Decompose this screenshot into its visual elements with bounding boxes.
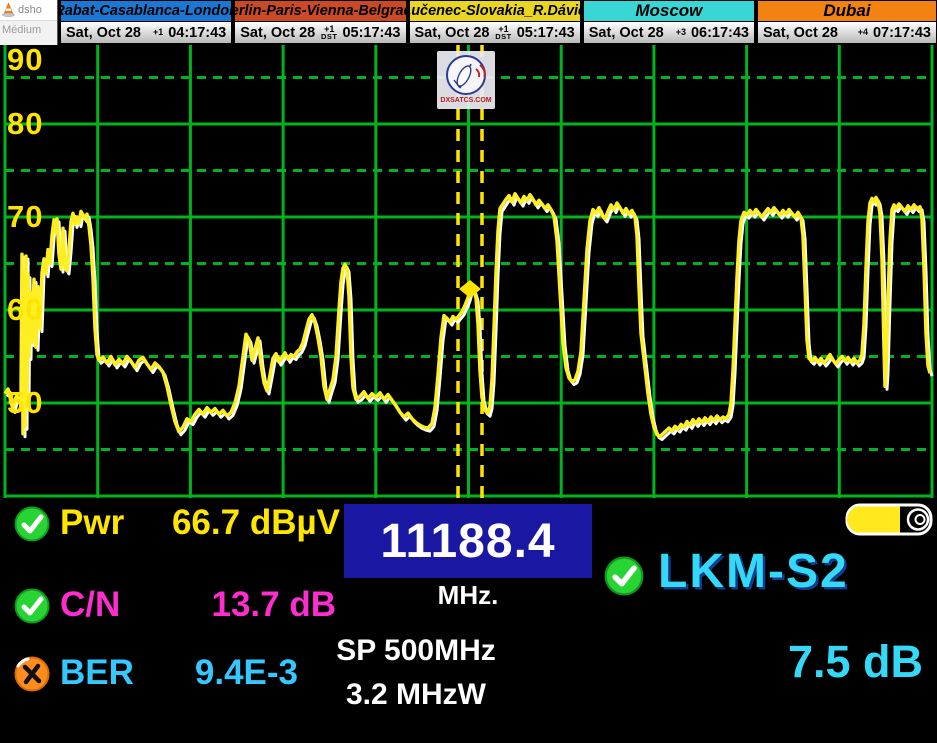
analyzer-screen: dsho Médium Rabat-Casablanca-London Sat,… — [0, 0, 937, 743]
clock-time-row: Sat, Oct 28 +1 DST 05:17:43 — [234, 22, 406, 44]
standard-badge: LKM-S2 — [658, 544, 849, 599]
vlc-menu-item-media[interactable]: Médium — [0, 21, 57, 36]
clock-city-label: Berlin-Paris-Vienna-Belgrade — [234, 0, 406, 22]
clock-date: Sat, Oct 28 — [66, 25, 141, 41]
clock-date: Sat, Oct 28 — [240, 25, 315, 41]
clock-time-row: Sat, Oct 28 +1 DST 05:17:43 — [409, 22, 581, 44]
clock-city-label: Lučenec-Slovakia_R.Dávid — [409, 0, 581, 22]
clock-time: 07:17:43 — [873, 25, 931, 41]
ber-value: 9.4E-3 — [140, 654, 298, 692]
vlc-window-corner: dsho Médium — [0, 0, 58, 45]
window-title-fragment: dsho — [18, 4, 42, 16]
pwr-ok-icon — [14, 506, 50, 542]
clock-city-label: Moscow — [583, 0, 755, 22]
y-axis-tick-60: 60 — [7, 295, 43, 325]
clock-utc-offset: +1 — [153, 29, 163, 36]
clock-panel-berlin: Berlin-Paris-Vienna-Belgrade Sat, Oct 28… — [234, 0, 406, 45]
clock-time-row: Sat, Oct 28 +3 06:17:43 — [583, 22, 755, 44]
clock-panel-lucenec: Lučenec-Slovakia_R.Dávid Sat, Oct 28 +1 … — [409, 0, 581, 45]
clock-utc-offset: +1 DST — [321, 26, 338, 40]
dxsatcs-logo: DXSATCS.COM — [437, 51, 495, 109]
clock-utc-offset: +3 — [676, 29, 686, 36]
spectrum-display: 90 80 70 60 50 DXSATCS.COM — [0, 45, 937, 500]
clock-time-row: Sat, Oct 28 +4 07:17:43 — [757, 22, 937, 44]
battery-icon — [845, 503, 933, 536]
frequency-value: 11188.4 — [380, 514, 555, 569]
clock-panel-moscow: Moscow Sat, Oct 28 +3 06:17:43 — [583, 0, 755, 45]
vlc-titlebar: dsho — [0, 0, 57, 21]
clock-time: 05:17:43 — [342, 25, 400, 41]
y-axis-tick-70: 70 — [7, 202, 43, 232]
clock-city-label: Rabat-Casablanca-London — [60, 0, 232, 22]
spectrum-plot — [0, 45, 937, 500]
clock-panel-dubai: Dubai Sat, Oct 28 +4 07:17:43 — [757, 0, 937, 45]
clock-utc-offset: +4 — [858, 29, 868, 36]
ber-fail-icon — [14, 656, 50, 692]
span-setting: SP 500MHz — [310, 634, 522, 668]
y-axis-tick-80: 80 — [7, 109, 43, 139]
vlc-cone-icon — [2, 3, 15, 17]
ber-label: BER — [60, 654, 134, 692]
y-axis-tick-50: 50 — [7, 388, 43, 418]
clock-utc-offset: +1 DST — [495, 26, 512, 40]
clock-time: 05:17:43 — [517, 25, 575, 41]
link-margin-value: 7.5 dB — [690, 636, 923, 688]
readings-panel: Pwr 66.7 dBµV 11188.4 MHz. LKM-S2 C/N 13… — [0, 500, 937, 743]
frequency-display: 11188.4 — [344, 504, 592, 578]
pwr-value: 66.7 dBµV — [140, 504, 340, 542]
cn-ok-icon — [14, 588, 50, 624]
clock-date: Sat, Oct 28 — [763, 25, 838, 41]
world-clock-bar: dsho Médium Rabat-Casablanca-London Sat,… — [0, 0, 937, 45]
bandwidth-setting: 3.2 MHzW — [310, 678, 522, 712]
clock-time: 04:17:43 — [168, 25, 226, 41]
frequency-unit: MHz. — [344, 580, 592, 611]
cn-value: 13.7 dB — [140, 586, 336, 624]
clock-time: 06:17:43 — [691, 25, 749, 41]
clock-date: Sat, Oct 28 — [589, 25, 664, 41]
clock-time-row: Sat, Oct 28 +1 04:17:43 — [60, 22, 232, 44]
lock-ok-icon — [604, 556, 644, 596]
cn-label: C/N — [60, 586, 120, 624]
clock-date: Sat, Oct 28 — [415, 25, 490, 41]
pwr-label: Pwr — [60, 504, 124, 542]
y-axis-tick-90: 90 — [7, 45, 43, 75]
dxsatcs-logo-text: DXSATCS.COM — [440, 97, 491, 104]
dxsatcs-logo-graphic: DXSATCS.COM — [437, 51, 495, 109]
clock-city-label: Dubai — [757, 0, 937, 22]
clock-panel-rabat: Rabat-Casablanca-London Sat, Oct 28 +1 0… — [60, 0, 232, 45]
